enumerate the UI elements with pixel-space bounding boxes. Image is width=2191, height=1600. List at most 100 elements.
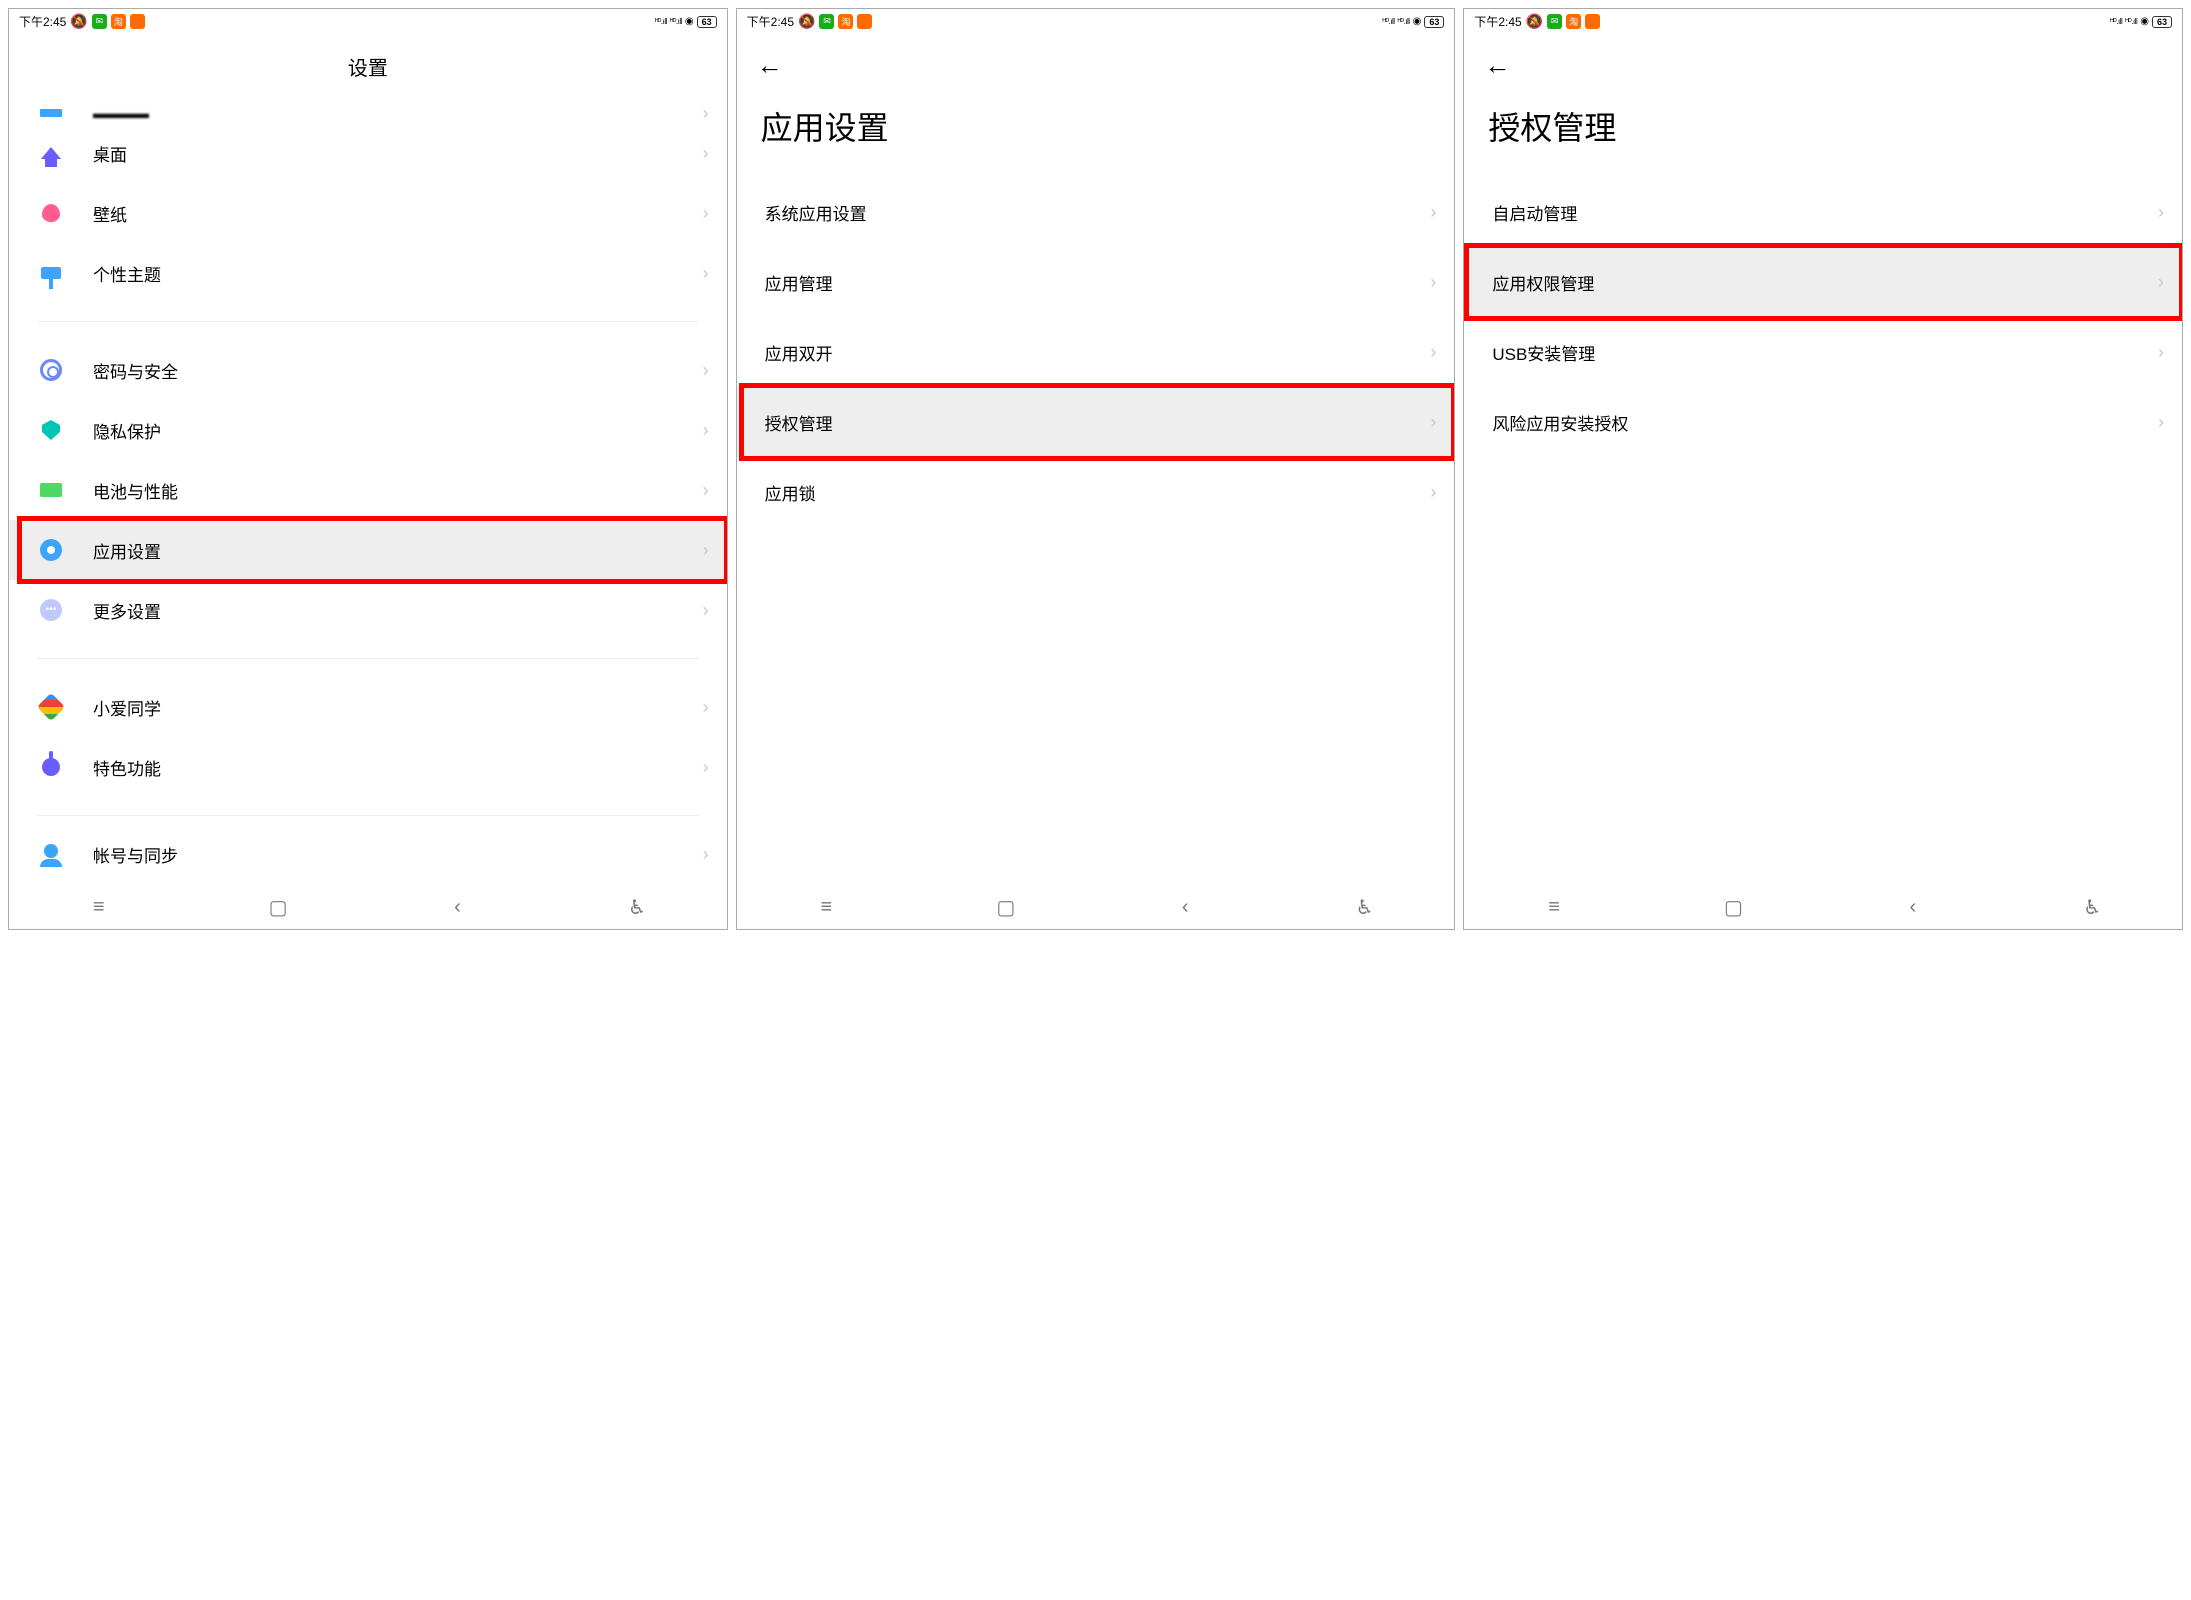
page-title: 授权管理 — [1464, 89, 2182, 177]
item-risk-app-install-auth[interactable]: 风险应用安装授权 › — [1464, 387, 2182, 457]
page-title: 应用设置 — [737, 89, 1455, 177]
divider — [37, 321, 699, 322]
fingerprint-icon — [40, 359, 62, 381]
signal-2-icon: ᴴᴰ.ıll — [1398, 17, 1410, 26]
app-icon — [857, 14, 872, 29]
shield-icon — [42, 420, 60, 440]
chevron-right-icon: › — [2158, 342, 2164, 363]
battery-icon: 63 — [2152, 16, 2172, 28]
chevron-right-icon: › — [703, 757, 709, 778]
chevron-right-icon: › — [703, 844, 709, 865]
more-icon — [40, 599, 62, 621]
chevron-right-icon: › — [703, 103, 709, 123]
chevron-right-icon: › — [2158, 412, 2164, 433]
chevron-right-icon: › — [703, 263, 709, 284]
battery-icon: 63 — [1424, 16, 1444, 28]
settings-item-theme[interactable]: 个性主题 › — [9, 243, 727, 303]
item-autostart-management[interactable]: 自启动管理 › — [1464, 177, 2182, 247]
chevron-right-icon: › — [703, 143, 709, 164]
chevron-right-icon: › — [703, 420, 709, 441]
chevron-right-icon: › — [1430, 482, 1436, 503]
page-title: 设置 — [9, 34, 727, 103]
settings-item-wallpaper[interactable]: 壁纸 › — [9, 183, 727, 243]
nav-menu-button[interactable]: ≡ — [87, 895, 111, 919]
chevron-right-icon: › — [1430, 272, 1436, 293]
taobao-icon: 淘 — [1566, 14, 1581, 29]
item-app-lock[interactable]: 应用锁 › — [737, 457, 1455, 527]
nav-back-button[interactable]: ‹ — [446, 895, 470, 919]
battery-perf-icon — [40, 483, 62, 497]
phone-screen-1: 下午2:45 🔕 ✉ 淘 ᴴᴰ.ıll ᴴᴰ.ıll ◉ 63 设置 ▬▬▬ — [8, 8, 728, 930]
settings-item-xiaoai[interactable]: 小爱同学 › — [9, 677, 727, 737]
signal-1-icon: ᴴᴰ.ıll — [2110, 17, 2122, 26]
item-authorization-management[interactable]: 授权管理 › — [737, 387, 1455, 457]
status-time: 下午2:45 — [747, 13, 794, 30]
app-icon — [1585, 14, 1600, 29]
xiaoai-icon — [37, 693, 65, 721]
settings-item-account[interactable]: 帐号与同步 › — [9, 834, 727, 874]
navigation-bar: ≡ ▢ ‹ ♿︎ — [737, 881, 1455, 929]
wechat-icon: ✉ — [92, 14, 107, 29]
item-app-permission-management[interactable]: 应用权限管理 › — [1464, 247, 2182, 317]
nav-home-button[interactable]: ▢ — [1721, 895, 1745, 919]
navigation-bar: ≡ ▢ ‹ ♿︎ — [1464, 881, 2182, 929]
nav-home-button[interactable]: ▢ — [266, 895, 290, 919]
nav-menu-button[interactable]: ≡ — [1542, 895, 1566, 919]
chevron-right-icon: › — [1430, 202, 1436, 223]
status-bar: 下午2:45 🔕 ✉ 淘 ᴴᴰ.ıll ᴴᴰ.ıll ◉ 63 — [737, 9, 1455, 34]
app-icon — [130, 14, 145, 29]
status-time: 下午2:45 — [19, 13, 66, 30]
nav-menu-button[interactable]: ≡ — [814, 895, 838, 919]
chevron-right-icon: › — [1430, 342, 1436, 363]
wifi-icon: ◉ — [1413, 16, 1422, 27]
settings-item-battery[interactable]: 电池与性能 › — [9, 460, 727, 520]
account-icon — [44, 844, 58, 858]
brush-icon — [41, 267, 61, 279]
nav-accessibility-button[interactable]: ♿︎ — [1353, 895, 1377, 919]
settings-item-partial[interactable]: ▬▬▬▬ › — [9, 103, 727, 123]
back-button[interactable]: ← — [1484, 50, 1510, 80]
settings-item-app-settings[interactable]: 应用设置 › — [9, 520, 727, 580]
wifi-icon: ◉ — [685, 16, 694, 27]
taobao-icon: 淘 — [838, 14, 853, 29]
item-system-app-settings[interactable]: 系统应用设置 › — [737, 177, 1455, 247]
back-button[interactable]: ← — [757, 50, 783, 80]
chevron-right-icon: › — [1430, 412, 1436, 433]
navigation-bar: ≡ ▢ ‹ ♿︎ — [9, 881, 727, 929]
nav-accessibility-button[interactable]: ♿︎ — [625, 895, 649, 919]
dnd-icon: 🔕 — [798, 13, 815, 30]
signal-1-icon: ᴴᴰ.ıll — [1383, 17, 1395, 26]
settings-item-desktop[interactable]: 桌面 › — [9, 123, 727, 183]
item-dual-apps[interactable]: 应用双开 › — [737, 317, 1455, 387]
nav-back-button[interactable]: ‹ — [1901, 895, 1925, 919]
wechat-icon: ✉ — [819, 14, 834, 29]
wifi-icon: ◉ — [2140, 16, 2149, 27]
settings-item-special[interactable]: 特色功能 › — [9, 737, 727, 797]
item-usb-install-management[interactable]: USB安装管理 › — [1464, 317, 2182, 387]
partial-icon — [40, 109, 62, 117]
signal-2-icon: ᴴᴰ.ıll — [670, 17, 682, 26]
wechat-icon: ✉ — [1547, 14, 1562, 29]
item-app-management[interactable]: 应用管理 › — [737, 247, 1455, 317]
settings-item-password[interactable]: 密码与安全 › — [9, 340, 727, 400]
nav-home-button[interactable]: ▢ — [994, 895, 1018, 919]
nav-back-button[interactable]: ‹ — [1173, 895, 1197, 919]
settings-item-more[interactable]: 更多设置 › — [9, 580, 727, 640]
battery-icon: 63 — [697, 16, 717, 28]
phone-screen-2: 下午2:45 🔕 ✉ 淘 ᴴᴰ.ıll ᴴᴰ.ıll ◉ 63 ← 应用设置 — [736, 8, 1456, 930]
status-bar: 下午2:45 🔕 ✉ 淘 ᴴᴰ.ıll ᴴᴰ.ıll ◉ 63 — [9, 9, 727, 34]
dnd-icon: 🔕 — [70, 13, 87, 30]
nav-accessibility-button[interactable]: ♿︎ — [2080, 895, 2104, 919]
chevron-right-icon: › — [703, 480, 709, 501]
signal-1-icon: ᴴᴰ.ıll — [655, 17, 667, 26]
chevron-right-icon: › — [703, 600, 709, 621]
home-icon — [41, 147, 61, 159]
phone-screen-3: 下午2:45 🔕 ✉ 淘 ᴴᴰ.ıll ᴴᴰ.ıll ◉ 63 ← 授权管理 — [1463, 8, 2183, 930]
chevron-right-icon: › — [703, 540, 709, 561]
status-time: 下午2:45 — [1474, 13, 1521, 30]
special-icon — [42, 758, 60, 776]
divider — [37, 658, 699, 659]
settings-item-privacy[interactable]: 隐私保护 › — [9, 400, 727, 460]
divider — [37, 815, 699, 816]
chevron-right-icon: › — [2158, 202, 2164, 223]
